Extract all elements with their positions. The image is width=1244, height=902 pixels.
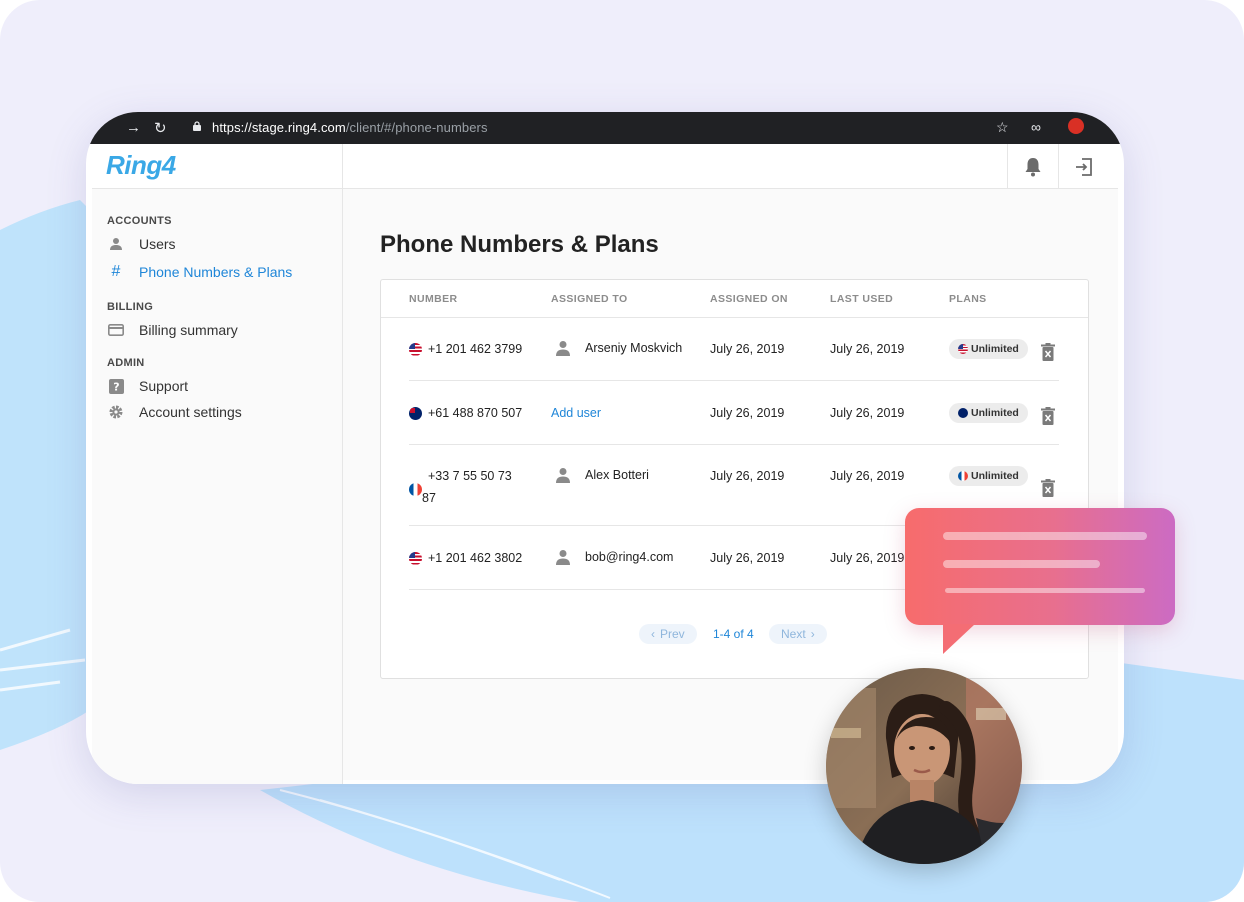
user-icon [556,468,570,483]
assigned-on-cell: July 26, 2019 [710,342,785,356]
url-text[interactable]: https://stage.ring4.com/client/#/phone-n… [212,120,488,135]
sidebar: ACCOUNTS Users # Phone Numbers & Plans B… [92,189,343,784]
assigned-user-cell[interactable]: Arseniy Moskvich [555,340,682,356]
column-header-assigned-to: ASSIGNED TO [551,293,628,305]
next-page-button[interactable]: Next › [769,624,827,644]
phone-number-cell: +1 201 462 3799 [409,342,522,356]
browser-address-bar: → ↻ https://stage.ring4.com/client/#/pho… [86,112,1124,144]
prev-page-button[interactable]: ‹ Prev [639,624,697,644]
fr-flag-icon [409,483,422,496]
lock-icon [193,121,201,131]
credit-card-icon [107,321,125,339]
sidebar-item-label: Support [139,378,189,394]
table-row[interactable]: +61 488 870 507 Add user July 26, 2019 J… [409,381,1059,445]
au-flag-icon [958,408,968,418]
sidebar-item-label: Users [139,236,176,252]
last-used-cell: July 26, 2019 [830,406,905,420]
sidebar-section-admin: ADMIN [107,357,145,369]
sidebar-item-account-settings[interactable]: Account settings [107,401,242,423]
user-icon [107,235,125,253]
assigned-user-cell[interactable]: bob@ring4.com [555,549,673,565]
hash-icon: # [111,263,121,280]
sidebar-item-support[interactable]: ? Support [107,375,188,397]
gear-icon [107,403,125,421]
plan-badge[interactable]: Unlimited [949,339,1028,359]
last-used-cell: July 26, 2019 [830,342,905,356]
us-flag-icon [409,342,422,356]
chat-bubble [905,508,1175,654]
notifications-button[interactable] [1007,144,1058,189]
phone-number-cell: +1 201 462 3802 [409,551,522,565]
last-used-cell: July 26, 2019 [830,469,905,483]
top-bar: Ring4 [92,144,1118,189]
plan-badge[interactable]: Unlimited [949,466,1028,486]
sidebar-item-phone-numbers[interactable]: # Phone Numbers & Plans [107,261,293,283]
bell-icon [1025,157,1041,176]
user-icon [556,341,570,356]
topbar-divider [342,144,343,189]
trash-icon[interactable] [1041,343,1055,361]
last-used-cell: July 26, 2019 [830,551,905,565]
bookmark-star-icon[interactable]: ☆ [996,119,1009,136]
us-flag-icon [409,551,422,565]
au-flag-icon [409,406,422,420]
column-header-last-used: LAST USED [830,293,894,305]
main-content: Phone Numbers & Plans NUMBER ASSIGNED TO… [343,189,1118,780]
chat-bubble-line [945,588,1145,593]
forward-icon[interactable]: → [126,119,141,136]
assigned-on-cell: July 26, 2019 [710,551,785,565]
chat-bubble-line [943,532,1147,540]
page-title: Phone Numbers & Plans [380,231,659,258]
app-logo[interactable]: Ring4 [106,150,176,181]
sidebar-item-billing-summary[interactable]: Billing summary [107,319,238,341]
column-header-number: NUMBER [409,293,458,305]
fr-flag-icon [958,471,968,481]
logout-icon [1076,157,1092,176]
add-user-link[interactable]: Add user [551,406,601,420]
assigned-user-cell[interactable]: Alex Botteri [555,467,649,483]
sidebar-item-label: Account settings [139,404,242,420]
column-header-plans: PLANS [949,293,987,305]
phone-number-cell: +61 488 870 507 [409,406,522,420]
us-flag-icon [958,344,968,354]
chevron-right-icon: › [810,627,815,641]
sidebar-item-label: Phone Numbers & Plans [139,264,293,280]
page-info: 1-4 of 4 [713,627,754,641]
logout-button[interactable] [1058,144,1109,189]
chat-bubble-tail [943,624,975,654]
sidebar-item-users[interactable]: Users [107,233,176,255]
profile-avatar-icon[interactable] [1068,118,1084,134]
column-header-assigned-on: ASSIGNED ON [710,293,788,305]
sidebar-item-label: Billing summary [139,322,238,338]
user-icon [556,550,570,565]
pagination: ‹ Prev 1-4 of 4 Next › [381,624,1088,646]
extension-icon[interactable]: ∞ [1031,119,1041,135]
trash-icon[interactable] [1041,407,1055,425]
sidebar-section-billing: BILLING [107,301,154,313]
assigned-on-cell: July 26, 2019 [710,406,785,420]
help-icon: ? [107,377,125,395]
avatar [826,668,1022,864]
chevron-left-icon: ‹ [651,627,655,641]
table-header: NUMBER ASSIGNED TO ASSIGNED ON LAST USED… [381,280,1088,318]
chat-bubble-line [943,560,1100,568]
reload-icon[interactable]: ↻ [154,119,167,137]
svg-text:?: ? [113,380,119,393]
background-canvas: → ↻ https://stage.ring4.com/client/#/pho… [0,0,1244,902]
avatar-photo [826,668,1022,864]
table-row[interactable]: +1 201 462 3799 Arseniy Moskvich July 26… [409,318,1059,381]
sidebar-section-accounts: ACCOUNTS [107,215,172,227]
plan-badge[interactable]: Unlimited [949,403,1028,423]
trash-icon[interactable] [1041,479,1055,497]
assigned-on-cell: July 26, 2019 [710,469,785,483]
